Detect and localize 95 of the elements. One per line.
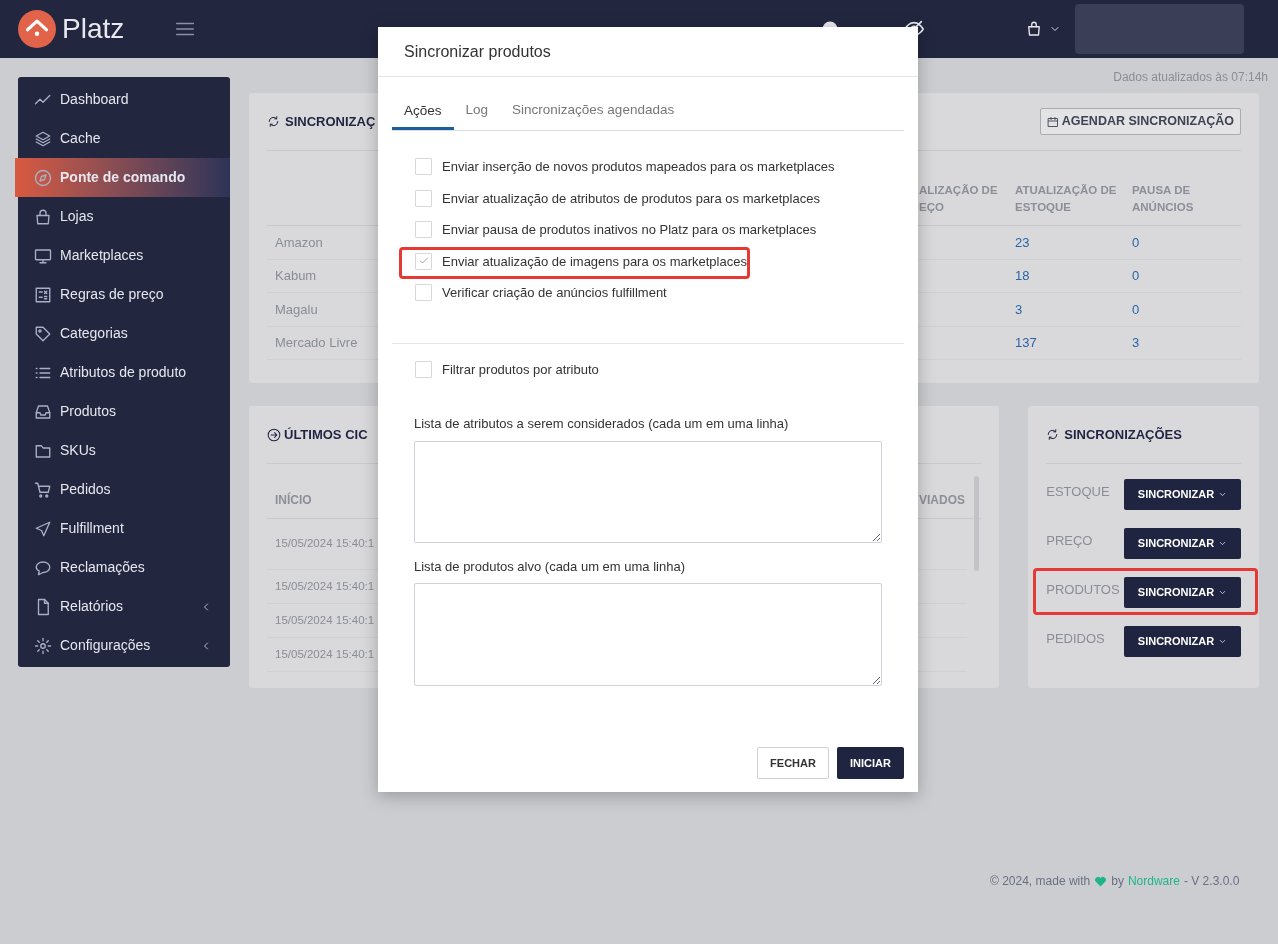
close-button[interactable]: FECHAR — [757, 747, 829, 779]
inbox-icon — [34, 402, 52, 421]
sidebar-item[interactable]: Reclamações — [18, 548, 230, 587]
checkbox[interactable] — [415, 189, 432, 207]
table-cell: Mercado Livre — [275, 335, 358, 350]
speech-bubble-icon — [34, 558, 52, 577]
checkbox-label: Enviar atualização de imagens para os marketplaces — [442, 252, 747, 271]
checkbox-label: Enviar atualização de atributos de produtos para os marketplaces — [442, 189, 820, 208]
table-link[interactable]: 0 — [1132, 268, 1140, 283]
sync-dropdown-button[interactable]: SINCRONIZAR — [1124, 577, 1241, 608]
checkbox[interactable] — [415, 360, 432, 378]
layers-icon — [34, 129, 52, 148]
table-link[interactable]: 3 — [1015, 301, 1023, 317]
sync-dropdown-button[interactable]: SINCRONIZAR — [1124, 626, 1241, 657]
sidebar-item[interactable]: SKUs — [18, 431, 230, 470]
sidebar-item[interactable]: Fulfillment — [18, 509, 230, 548]
arrow-circle-icon — [267, 427, 281, 442]
products-textarea[interactable] — [414, 583, 882, 686]
schedule-sync-button[interactable]: AGENDAR SINCRONIZAÇÃO — [1039, 108, 1241, 135]
table-cell-text: 15/05/2024 15:40:1 — [275, 646, 375, 662]
card-title: ÚLTIMOS CIC — [284, 425, 368, 444]
sync-label: PRODUTOS — [1046, 580, 1120, 599]
table-link[interactable]: 23 — [1015, 234, 1030, 250]
chevron-down-icon — [1218, 490, 1228, 499]
checkbox-label: Enviar pausa de produtos inativos no Platz para os marketplaces — [442, 221, 817, 239]
sidebar-item[interactable]: Dashboard — [18, 80, 230, 119]
start-button[interactable]: INICIAR — [837, 747, 904, 779]
chevron-down-icon — [1218, 539, 1228, 548]
attributes-textarea[interactable] — [414, 440, 882, 543]
field-label: Lista de atributos a serem considerados (cada um em uma linha) — [414, 415, 790, 433]
logo-text: Platz — [62, 15, 125, 43]
field-label: Lista de produtos alvo (cada um em uma linha) — [414, 557, 686, 576]
sync-dropdown-button[interactable]: SINCRONIZAR — [1124, 528, 1241, 559]
column-header: INÍCIO — [275, 493, 312, 507]
tag-icon — [34, 324, 52, 343]
logo-icon — [18, 10, 56, 48]
monitor-icon — [34, 246, 52, 265]
checkbox[interactable] — [415, 252, 432, 270]
dialog-title: Sincronizar produtos — [404, 41, 551, 62]
bag-icon — [34, 207, 52, 226]
chevron-down-icon — [1218, 637, 1228, 646]
sync-label: PEDIDOS — [1046, 629, 1105, 648]
checkbox[interactable] — [415, 158, 432, 176]
sync-label: ESTOQUE — [1046, 482, 1110, 501]
sidebar-item[interactable]: Regras de preço — [18, 275, 230, 314]
table-cell-text: 15/05/2024 15:40:1 — [275, 578, 375, 594]
sync-dropdown-button[interactable]: SINCRONIZAR — [1124, 479, 1241, 510]
table-cell-text: 15/05/2024 15:40:1 — [275, 612, 375, 628]
dialog-tab[interactable]: Sincronizações agendadas — [500, 93, 687, 130]
table-link[interactable]: 137 — [1015, 335, 1037, 350]
chevron-down-icon — [1218, 588, 1228, 597]
sidebar-item[interactable]: Produtos — [18, 392, 230, 431]
footer-text: © 2024, made with — [990, 873, 1091, 890]
checkbox[interactable] — [415, 284, 432, 302]
checkbox-label: Enviar inserção de novos produtos mapeados para os marketplaces — [442, 158, 835, 176]
sidebar-item[interactable]: Atributos de produto — [18, 353, 230, 392]
table-cell: Kabum — [275, 268, 317, 283]
column-header: PAUSA DE ANÚNCIOS — [1132, 183, 1194, 215]
table-link[interactable]: 0 — [1132, 301, 1140, 317]
heart-icon — [1094, 874, 1108, 888]
card-title: SINCRONIZAÇÕES — [1064, 425, 1182, 444]
update-time-text: Dados atualizados às 07:14h — [1112, 69, 1268, 86]
refresh-icon — [267, 115, 280, 128]
footer-text: by — [1111, 873, 1124, 890]
sidebar-item[interactable]: Ponte de comando — [15, 158, 230, 197]
checkbox-label: Verificar criação de anúncios fulfillment — [442, 284, 667, 302]
sidebar-item[interactable]: Pedidos — [18, 470, 230, 509]
refresh-icon — [1046, 428, 1060, 441]
column-header: VIADOS — [919, 493, 965, 507]
sidebar-item[interactable]: Categorias — [18, 314, 230, 353]
sidebar-item[interactable]: Lojas — [18, 197, 230, 236]
store-menu[interactable] — [1025, 20, 1062, 38]
sidebar-item[interactable]: Configurações — [18, 626, 230, 665]
checkbox[interactable] — [415, 221, 432, 239]
table-link[interactable]: 18 — [1015, 268, 1030, 283]
dialog-tab[interactable]: Ações — [392, 93, 454, 130]
card-title: SINCRONIZAÇ — [285, 112, 376, 131]
table-link[interactable]: 0 — [1132, 234, 1140, 250]
checkbox-label: Filtrar produtos por atributo — [442, 360, 599, 379]
table-cell-text: 15/05/2024 15:40:1 — [275, 536, 375, 552]
calculator-icon — [34, 285, 52, 304]
table-link[interactable]: 3 — [1132, 335, 1140, 350]
sync-label: PREÇO — [1046, 531, 1093, 550]
compass-icon — [34, 168, 52, 187]
sidebar-item[interactable]: Relatórios — [18, 587, 230, 626]
footer-text: - V 2.3.0.0 — [1183, 873, 1240, 890]
sidebar-item[interactable]: Marketplaces — [18, 236, 230, 275]
column-header: ATUALIZAÇÃO DE ESTOQUE — [1015, 183, 1117, 215]
calendar-icon — [1046, 115, 1059, 128]
table-cell: Magalu — [275, 301, 318, 317]
column-header: ALIZAÇÃO DE EÇO — [919, 183, 998, 215]
sidebar-item[interactable]: Cache — [18, 119, 230, 158]
table-cell: Amazon — [275, 234, 323, 250]
cart-icon — [34, 480, 52, 499]
dialog-tab[interactable]: Log — [453, 93, 501, 130]
